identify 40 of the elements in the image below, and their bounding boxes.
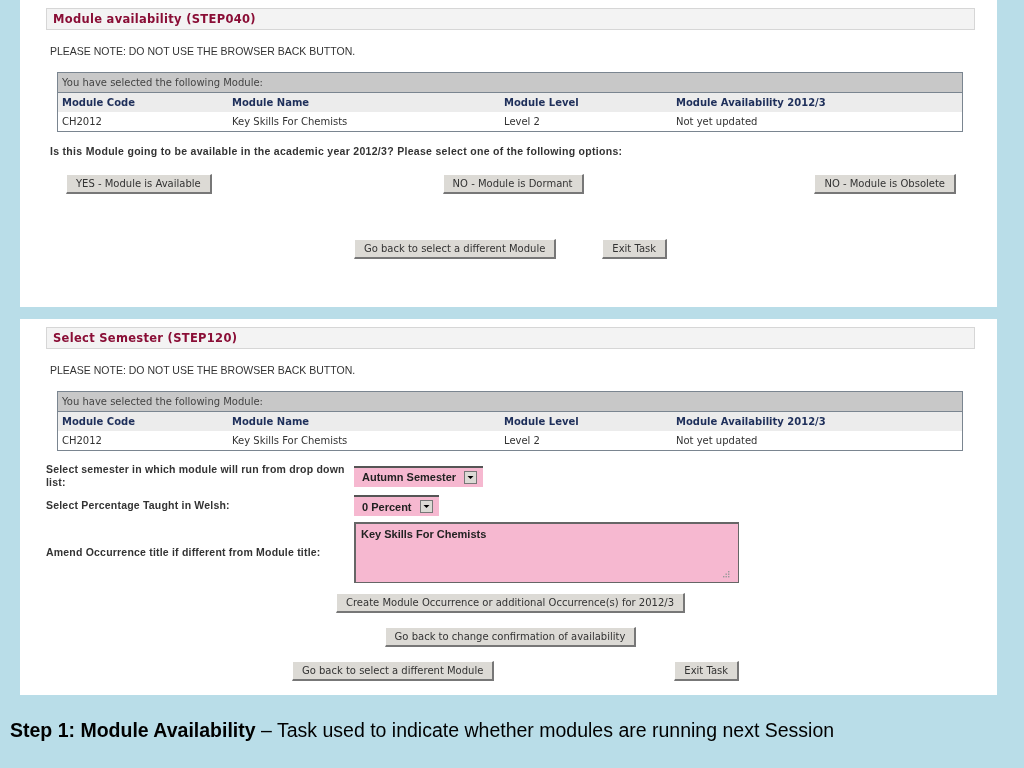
table-cell: Not yet updated — [672, 431, 963, 451]
column-header: Module Name — [228, 411, 500, 431]
column-header: Module Code — [57, 411, 228, 431]
availability-question: Is this Module going to be available in the academic year 2012/3? Please select one of the following options: — [50, 145, 624, 157]
nav-button[interactable]: Exit Task — [602, 239, 668, 259]
field-label: Select Percentage Taught in Welsh: — [46, 499, 231, 513]
column-header: Module Level — [500, 92, 672, 112]
dropdown-field[interactable]: 0 Percent — [354, 495, 439, 517]
nav-button[interactable]: Go back to select a different Module — [353, 239, 557, 259]
title-text-area[interactable]: Key Skills For Chemists — [354, 522, 739, 584]
column-header: Module Code — [57, 92, 228, 112]
action-button[interactable]: Create Module Occurrence or additional Occurrence(s) for 2012/3 — [336, 593, 685, 614]
slide-caption: Step 1: Module Availability – Task used to indicate whether modules are running next Session — [10, 719, 836, 743]
table-caption: You have selected the following Module: — [57, 72, 963, 93]
column-header: Module Availability 2012/3 — [672, 92, 963, 112]
table-cell: Not yet updated — [672, 112, 963, 132]
section-title: Module availability (STEP040) — [46, 8, 975, 30]
column-header: Module Availability 2012/3 — [672, 411, 963, 431]
section-title: Select Semester (STEP120) — [46, 327, 975, 349]
table-cell: Key Skills For Chemists — [228, 112, 500, 132]
column-header: Module Level — [500, 411, 672, 431]
warning-note: PLEASE NOTE: DO NOT USE THE BROWSER BACK BUTTON. — [50, 364, 357, 376]
dropdown-field[interactable]: Autumn Semester — [354, 465, 484, 487]
nav-button[interactable]: Exit Task — [674, 661, 740, 682]
warning-note: PLEASE NOTE: DO NOT USE THE BROWSER BACK BUTTON. — [50, 45, 357, 57]
action-button[interactable]: Go back to change confirmation of availability — [384, 627, 637, 648]
field-label: Amend Occurrence title if different from Module title: — [46, 546, 322, 560]
table-cell: Level 2 — [500, 431, 672, 451]
table-cell: Key Skills For Chemists — [228, 431, 500, 451]
nav-button[interactable]: Go back to select a different Module — [291, 661, 495, 682]
column-header: Module Name — [228, 92, 500, 112]
option-button[interactable]: NO - Module is Obsolete — [814, 174, 956, 194]
field-label: Select semester in which module will run from drop down list: — [46, 463, 346, 490]
option-button[interactable]: YES - Module is Available — [66, 174, 212, 194]
resize-grip-icon — [723, 571, 730, 579]
table-cell: Level 2 — [500, 112, 672, 132]
table-cell: CH2012 — [57, 112, 228, 132]
table-caption: You have selected the following Module: — [57, 391, 963, 412]
table-cell: CH2012 — [57, 431, 228, 451]
option-button[interactable]: NO - Module is Dormant — [442, 174, 584, 194]
